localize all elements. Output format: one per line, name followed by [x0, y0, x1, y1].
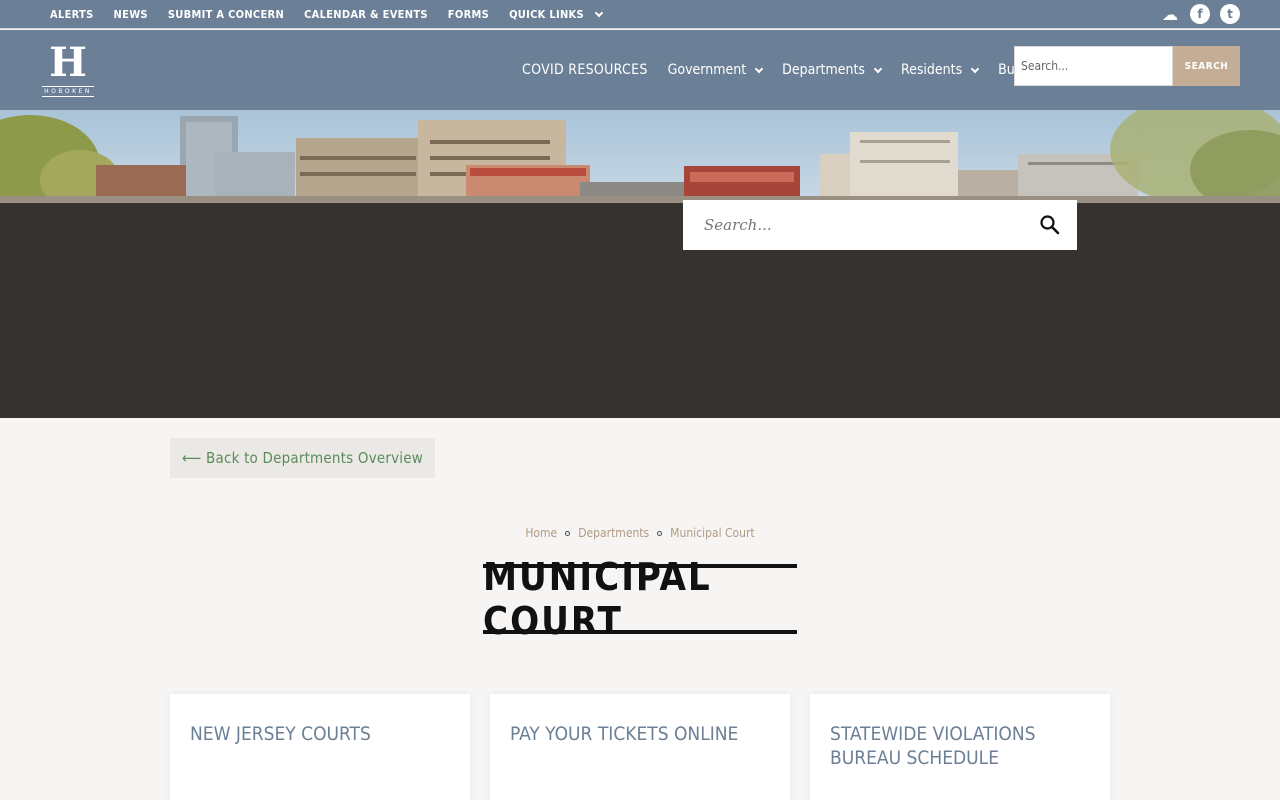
breadcrumb: Home Departments Municipal Court: [0, 526, 1280, 540]
utility-bar: ALERTS NEWS SUBMIT A CONCERN CALENDAR & …: [0, 0, 1280, 29]
card-new-jersey-courts[interactable]: NEW JERSEY COURTS: [170, 694, 470, 800]
forms-link[interactable]: FORMS: [448, 8, 489, 21]
quick-links-label: QUICK LINKS: [509, 7, 584, 21]
breadcrumb-current: Municipal Court: [670, 526, 755, 540]
calendar-events-link[interactable]: CALENDAR & EVENTS: [304, 8, 428, 21]
social-icons: ☁ f t: [1160, 4, 1240, 24]
header-search: SEARCH: [1014, 46, 1240, 86]
back-to-departments-link[interactable]: ⟵ Back to Departments Overview: [170, 438, 435, 478]
nav-government[interactable]: Government: [667, 62, 764, 78]
quick-links-dropdown[interactable]: QUICK LINKS: [509, 7, 604, 21]
weather-icon[interactable]: ☁: [1160, 4, 1180, 24]
logo-word: HOBOKEN: [42, 86, 94, 97]
page-title: MUNICIPAL COURT: [483, 555, 797, 643]
news-link[interactable]: NEWS: [114, 8, 148, 21]
alerts-link[interactable]: ALERTS: [50, 8, 94, 21]
chevron-down-icon: [970, 64, 980, 73]
card-title: STATEWIDE VIOLATIONS BUREAU SCHEDULE: [830, 723, 1036, 769]
chevron-down-icon: [873, 64, 883, 73]
hero-skyline-image: [0, 110, 1280, 203]
hoboken-logo[interactable]: H HOBOKEN: [40, 42, 96, 98]
nav-government-label: Government: [667, 62, 747, 78]
breadcrumb-separator: [657, 530, 663, 536]
site-search-input[interactable]: [704, 216, 1024, 234]
submit-concern-link[interactable]: SUBMIT A CONCERN: [168, 8, 284, 21]
header-search-button[interactable]: SEARCH: [1173, 46, 1240, 86]
nav-departments-label: Departments: [782, 62, 865, 78]
utility-nav: ALERTS NEWS SUBMIT A CONCERN CALENDAR & …: [50, 0, 604, 28]
chevron-down-icon: [754, 64, 764, 73]
logo-letter: H: [49, 39, 87, 86]
twitter-icon[interactable]: t: [1220, 4, 1240, 24]
nav-covid-resources[interactable]: COVID RESOURCES: [522, 62, 648, 78]
breadcrumb-separator: [565, 530, 571, 536]
nav-departments[interactable]: Departments: [782, 62, 883, 78]
main-header: H HOBOKEN COVID RESOURCES Government Dep…: [0, 30, 1280, 110]
breadcrumb-departments[interactable]: Departments: [578, 526, 649, 540]
site-search-box: [683, 200, 1077, 250]
card-title: NEW JERSEY COURTS: [190, 723, 371, 745]
search-icon[interactable]: [1039, 214, 1061, 236]
header-search-input[interactable]: [1014, 46, 1173, 86]
facebook-icon[interactable]: f: [1190, 4, 1210, 24]
chevron-down-icon: [594, 8, 604, 17]
breadcrumb-home[interactable]: Home: [525, 526, 557, 540]
card-pay-tickets-online[interactable]: PAY YOUR TICKETS ONLINE: [490, 694, 790, 800]
nav-residents-label: Residents: [900, 62, 963, 78]
card-title: PAY YOUR TICKETS ONLINE: [510, 723, 739, 745]
skyline-illustration: [0, 110, 1280, 203]
hero-dark-band: [0, 203, 1280, 418]
card-statewide-violations-bureau[interactable]: STATEWIDE VIOLATIONS BUREAU SCHEDULE: [810, 694, 1110, 800]
nav-residents[interactable]: Residents: [900, 62, 980, 78]
main-nav: COVID RESOURCES Government Departments R…: [522, 30, 1071, 110]
